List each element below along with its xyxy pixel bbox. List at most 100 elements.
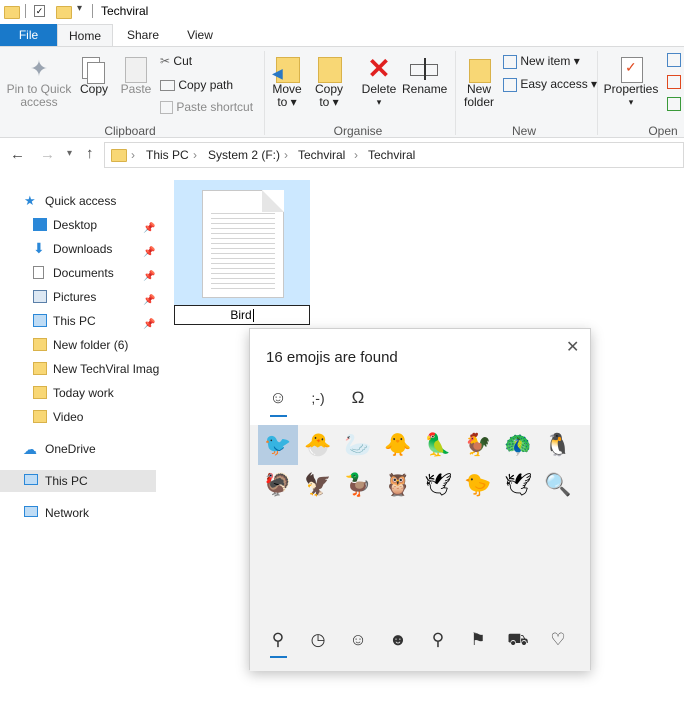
tab-file[interactable]: File bbox=[0, 24, 57, 46]
up-arrow-icon[interactable]: ↑ bbox=[86, 145, 94, 162]
recent-locations-chevron-icon[interactable]: ▾ bbox=[67, 148, 72, 159]
celebration-icon[interactable]: ⚑ bbox=[458, 625, 498, 655]
sidebar-item-quick-access[interactable]: ★ Quick access bbox=[0, 190, 160, 212]
emoji-cell[interactable]: 🐧 bbox=[538, 426, 578, 464]
paste-label: Paste bbox=[120, 82, 152, 96]
emoji-cell[interactable]: 🦆 bbox=[338, 466, 378, 504]
emoji-panel: 16 emojis are found ✕ ☺ ;-) Ω 🐦 🐣 🦢 🐥 🦜 🐓 🦚 🐧 🦃 🦅… bbox=[249, 328, 591, 671]
edit-icon[interactable] bbox=[667, 75, 681, 89]
emoji-cell[interactable]: 🦢 bbox=[338, 426, 378, 464]
pin-to-quick-access-button[interactable]: ✦ Pin to Quick access bbox=[2, 55, 76, 109]
pin-label-line2: access bbox=[20, 95, 58, 109]
sidebar-item-network[interactable]: Network bbox=[0, 502, 160, 524]
people-icon[interactable]: ☻ bbox=[378, 625, 418, 655]
sidebar-item-video[interactable]: Video bbox=[0, 406, 160, 428]
open-icon[interactable] bbox=[667, 53, 681, 67]
sidebar-item-today-work[interactable]: Today work bbox=[0, 382, 160, 404]
divider bbox=[25, 4, 26, 18]
emoji-cell[interactable]: 🐓 bbox=[458, 426, 498, 464]
search-icon[interactable]: ⚲ bbox=[258, 625, 298, 655]
document-icon bbox=[33, 266, 44, 279]
folder-icon bbox=[33, 386, 47, 399]
emoji-cell[interactable]: 🐤 bbox=[458, 466, 498, 504]
copy-path-button[interactable]: Copy path bbox=[160, 76, 233, 94]
address-bar[interactable]: › This PC › System 2 (F:) › Techviral › … bbox=[104, 142, 684, 168]
copy-to-line2: to ▾ bbox=[319, 95, 339, 109]
pin-icon: 📌 bbox=[143, 319, 156, 330]
network-icon bbox=[24, 506, 38, 517]
delete-label: Delete bbox=[361, 82, 397, 96]
sidebar-item-new-folder-6[interactable]: New folder (6) bbox=[0, 334, 160, 356]
sidebar-item-label: OneDrive bbox=[45, 442, 96, 456]
breadcrumb-techviral[interactable]: Techviral bbox=[298, 148, 345, 162]
customize-quick-access-icon[interactable]: ▾ bbox=[77, 3, 82, 14]
properties-button[interactable]: ✓ Properties ▾ bbox=[602, 55, 660, 109]
transport-icon[interactable]: ⛟ bbox=[498, 625, 538, 655]
new-group-label: New bbox=[511, 124, 536, 138]
sidebar-item-label: Desktop bbox=[53, 218, 98, 232]
paste-button[interactable]: Paste bbox=[116, 55, 156, 96]
sidebar-item-label: Today work bbox=[53, 386, 114, 400]
file-item-selected[interactable] bbox=[174, 180, 310, 305]
copy-button[interactable]: Copy bbox=[76, 55, 112, 96]
breadcrumb-sep: › bbox=[354, 148, 358, 162]
tab-view[interactable]: View bbox=[175, 24, 225, 46]
sidebar-item-label: This PC bbox=[53, 314, 96, 328]
move-to-button[interactable]: ◀ Move to ▾ bbox=[268, 55, 306, 109]
emoji-cell[interactable]: 🦃 bbox=[258, 466, 298, 504]
emoji-cell[interactable]: 🐥 bbox=[378, 426, 418, 464]
new-item-button[interactable]: New item ▾ bbox=[503, 52, 580, 70]
copy-to-button[interactable]: Copy to ▾ bbox=[310, 55, 348, 109]
emoji-cell[interactable]: 🦉 bbox=[378, 466, 418, 504]
sidebar-item-new-techviral-imag[interactable]: New TechViral Imag bbox=[0, 358, 160, 380]
computer-icon bbox=[33, 314, 47, 327]
tab-kaomoji[interactable]: ;-) bbox=[298, 383, 338, 413]
copy-label: Copy bbox=[79, 82, 108, 96]
emoji-cell[interactable]: 🦅 bbox=[298, 466, 338, 504]
new-folder-icon[interactable] bbox=[56, 6, 72, 19]
scissors-icon: ✂ bbox=[160, 54, 171, 68]
divider bbox=[264, 51, 265, 135]
breadcrumb-this-pc[interactable]: This PC bbox=[146, 148, 189, 162]
breadcrumb-drive[interactable]: System 2 (F:) bbox=[208, 148, 280, 162]
tab-emoji[interactable]: ☺ bbox=[258, 383, 298, 413]
sidebar-item-pictures[interactable]: Pictures 📌 bbox=[0, 286, 160, 308]
sidebar-item-onedrive[interactable]: ☁ OneDrive bbox=[0, 438, 160, 460]
emoji-cell[interactable]: 🕊 bbox=[418, 466, 458, 504]
ribbon: ✦ Pin to Quick access Copy Paste ✂ Cut C… bbox=[0, 46, 684, 138]
close-icon[interactable]: ✕ bbox=[566, 337, 579, 357]
breadcrumb-techviral-current[interactable]: Techviral bbox=[368, 148, 415, 162]
recent-icon[interactable]: ◷ bbox=[298, 625, 338, 655]
sidebar-item-desktop[interactable]: Desktop 📌 bbox=[0, 214, 160, 236]
sidebar-item-this-pc[interactable]: This PC bbox=[0, 470, 156, 492]
history-icon[interactable] bbox=[667, 97, 681, 111]
emoji-cell[interactable]: 🔍 bbox=[538, 466, 578, 504]
forward-arrow-icon[interactable]: → bbox=[40, 146, 55, 163]
properties-icon[interactable]: ✓ bbox=[34, 5, 45, 17]
delete-button[interactable]: ✕ Delete ▾ bbox=[358, 55, 400, 109]
smiley-icon[interactable]: ☺ bbox=[338, 625, 378, 655]
sidebar-item-label: Network bbox=[45, 506, 90, 520]
cut-button[interactable]: ✂ Cut bbox=[160, 52, 192, 70]
back-arrow-icon[interactable]: ← bbox=[10, 146, 25, 163]
emoji-cell[interactable]: 🐦 bbox=[258, 426, 298, 464]
heart-icon[interactable]: ♡ bbox=[538, 625, 578, 655]
tab-share[interactable]: Share bbox=[118, 24, 168, 46]
tab-symbols[interactable]: Ω bbox=[338, 383, 378, 413]
emoji-cell[interactable]: 🦜 bbox=[418, 426, 458, 464]
move-to-icon: ◀ bbox=[268, 55, 306, 83]
emoji-cell[interactable]: 🦚 bbox=[498, 426, 538, 464]
places-icon[interactable]: ⚲ bbox=[418, 625, 458, 655]
sidebar-item-downloads[interactable]: ⬇ Downloads 📌 bbox=[0, 238, 160, 260]
sidebar-item-this-pc-pinned[interactable]: This PC 📌 bbox=[0, 310, 160, 332]
sidebar-item-documents[interactable]: Documents 📌 bbox=[0, 262, 160, 284]
rename-input[interactable]: Bird bbox=[174, 305, 310, 325]
paste-shortcut-button[interactable]: Paste shortcut bbox=[160, 98, 253, 116]
rename-button[interactable]: Rename bbox=[402, 55, 447, 96]
easy-access-button[interactable]: Easy access ▾ bbox=[503, 75, 597, 93]
emoji-cell[interactable]: 🕊 bbox=[498, 466, 538, 504]
tab-home[interactable]: Home bbox=[57, 24, 113, 46]
emoji-cell[interactable]: 🐣 bbox=[298, 426, 338, 464]
new-folder-icon bbox=[458, 55, 500, 83]
new-folder-button[interactable]: New folder bbox=[458, 55, 500, 109]
